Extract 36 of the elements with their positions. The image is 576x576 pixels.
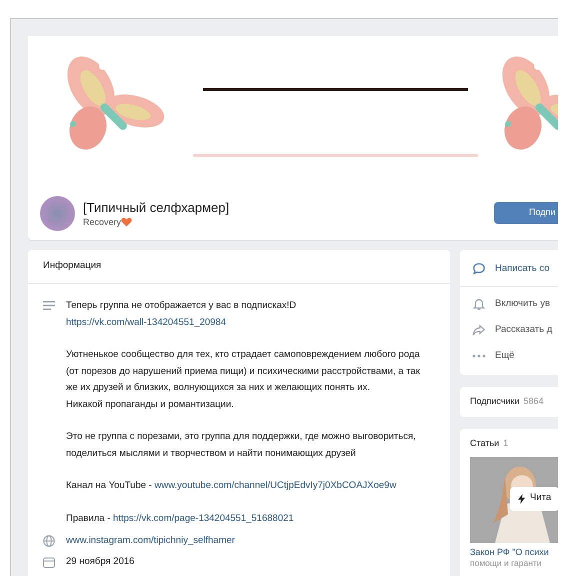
read-button[interactable]: Чита <box>510 486 558 510</box>
founded-date: 29 ноября 2016 <box>66 554 134 569</box>
section-title: Информация <box>43 259 102 274</box>
avatar[interactable] <box>40 196 75 230</box>
subscribers-label[interactable]: Подписчики <box>470 395 520 409</box>
link[interactable]: https://vk.com/wall-134204551_20984 <box>66 314 424 331</box>
articles-label[interactable]: Статьи <box>470 437 500 450</box>
link[interactable]: https://vk.com/page-134204551_51688021 <box>113 510 294 527</box>
description-text: Уютненькое сообщество для тех, кто страдает самоповреждением любого рода (от порезов до нарушений приема пищи) и психическими расстройствами, а так же их друзей и близких, волнующихся за них и желающих понять их. <box>66 348 421 395</box>
description-text: Никакой пропаганды и романтизации. <box>66 398 235 412</box>
action-item[interactable]: Написать со <box>460 256 558 282</box>
heart-icon <box>121 216 132 226</box>
group-name: [Типичный селфхармер] <box>83 198 230 216</box>
link[interactable]: www.youtube.com/channel/UCtjpEdvIy7j0XbCOAJXoe9w <box>154 478 396 494</box>
articles-count: 1 <box>503 437 508 450</box>
action-item[interactable]: Ещё <box>460 343 558 369</box>
more-dots-icon <box>472 354 486 358</box>
website-link[interactable]: www.instagram.com/tipichniy_selfhamer <box>66 534 235 548</box>
calendar-icon <box>43 556 55 568</box>
subscribe-button[interactable]: Подпи <box>494 202 558 224</box>
bell-icon <box>472 297 486 311</box>
action-item[interactable]: Включить ув <box>460 291 558 317</box>
chat-bubble-icon <box>472 262 486 276</box>
link-label: Правила - <box>66 512 112 526</box>
link-label: Канал на YouTube - <box>66 479 153 493</box>
lightning-icon <box>518 494 525 504</box>
subscribers-count: 5864 <box>524 395 544 408</box>
description-text: Теперь группа не отображается у вас в подписках!D <box>66 299 298 313</box>
text-lines-icon <box>43 301 55 310</box>
share-arrow-icon <box>472 323 486 337</box>
action-item[interactable]: Рассказать д <box>460 317 558 343</box>
article-title[interactable]: Закон РФ "О психи <box>470 546 558 558</box>
article-subtitle: помощи и гаранти <box>470 558 543 568</box>
description-text: Это не группа с порезами, это группа для поддержки, где можно выговориться, поделиться мыслями и творчеством и найти понимающих друзей <box>66 430 417 460</box>
group-status: Recovery <box>83 216 122 228</box>
globe-icon <box>43 535 55 547</box>
